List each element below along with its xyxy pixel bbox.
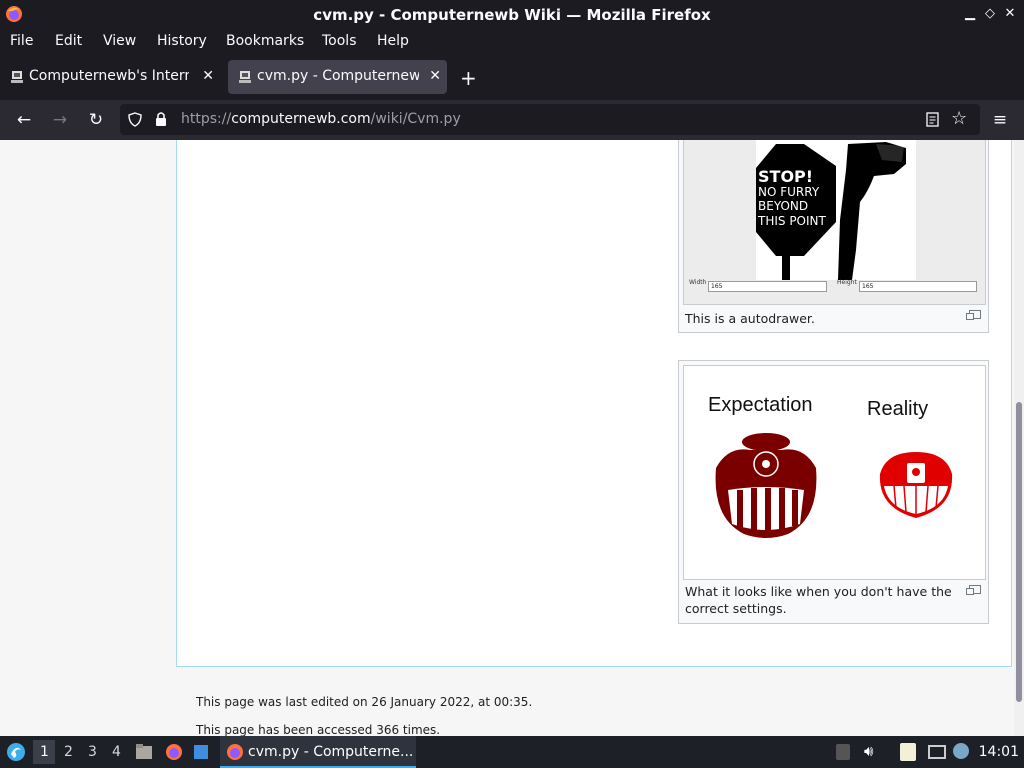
width-label: Width xyxy=(689,279,707,286)
reader-view-icon[interactable] xyxy=(926,112,939,127)
network-icon[interactable] xyxy=(928,745,946,759)
reality-drawing xyxy=(879,452,953,518)
forward-icon[interactable]: → xyxy=(50,110,70,130)
site-favicon-icon xyxy=(11,71,23,83)
notifications-icon[interactable] xyxy=(953,743,969,759)
page-viewport: STOP! NO FURRY BEYOND THIS POINT Width 1… xyxy=(0,140,1024,736)
menu-history[interactable]: History xyxy=(157,33,207,49)
hamburger-menu-icon[interactable]: ≡ xyxy=(990,110,1010,130)
tab-label: Computernewb's Internet xyxy=(29,68,189,84)
figure-caption: This is a autodrawer. xyxy=(685,311,815,326)
close-window-button[interactable]: ✕ xyxy=(1002,6,1018,22)
firefox-icon xyxy=(227,744,243,760)
url-text[interactable]: https://computernewb.com/wiki/Cvm.py xyxy=(181,111,461,127)
footer-last-edited: This page was last edited on 26 January … xyxy=(196,695,533,709)
taskbar: 1 2 3 4 cvm.py - Computerne... 🔊︎ 14:01 xyxy=(0,736,1024,768)
taskbar-firefox-window[interactable]: cvm.py - Computerne... xyxy=(220,736,416,768)
menu-help[interactable]: Help xyxy=(377,33,409,49)
expectation-drawing xyxy=(715,433,817,538)
menu-file[interactable]: File xyxy=(10,33,33,49)
desktop-icon[interactable] xyxy=(194,745,208,759)
bookmark-star-icon[interactable]: ☆ xyxy=(951,108,967,129)
figure-caption: What it looks like when you don't have t… xyxy=(685,584,952,616)
menu-bar: File Edit View History Bookmarks Tools H… xyxy=(0,29,1024,54)
maximize-button[interactable]: ◇ xyxy=(982,6,998,22)
enlarge-icon[interactable] xyxy=(966,310,981,320)
workspace-3[interactable]: 3 xyxy=(88,744,97,760)
tab-cvm-py[interactable]: cvm.py - Computernewb ✕ xyxy=(228,60,447,94)
close-tab-icon[interactable]: ✕ xyxy=(429,68,441,84)
file-manager-icon[interactable] xyxy=(135,743,153,761)
footer-access-count: This page has been accessed 366 times. xyxy=(196,723,441,736)
menu-edit[interactable]: Edit xyxy=(55,33,82,49)
workspace-2[interactable]: 2 xyxy=(64,744,73,760)
shield-icon[interactable] xyxy=(128,112,142,127)
tab-bar: Computernewb's Internet ✕ cvm.py - Compu… xyxy=(0,54,1024,100)
start-menu-icon[interactable] xyxy=(6,742,26,762)
back-icon[interactable]: ← xyxy=(14,110,34,130)
menu-view[interactable]: View xyxy=(103,33,136,49)
enlarge-icon[interactable] xyxy=(966,585,981,595)
task-label: cvm.py - Computerne... xyxy=(248,744,414,760)
reload-icon[interactable]: ↻ xyxy=(86,110,106,130)
page-scrollbar[interactable] xyxy=(1014,140,1024,736)
figure-autodrawer: STOP! NO FURRY BEYOND THIS POINT Width 1… xyxy=(678,140,989,333)
volume-icon[interactable]: 🔊︎ xyxy=(864,742,873,760)
figure-settings-comparison: Expectation Reality What it looks like w… xyxy=(678,360,989,624)
close-tab-icon[interactable]: ✕ xyxy=(202,68,214,84)
window-title: cvm.py - Computernewb Wiki — Mozilla Fir… xyxy=(313,6,711,24)
scrollbar-thumb[interactable] xyxy=(1016,402,1022,702)
expectation-label: Expectation xyxy=(708,394,813,416)
clock: 14:01 xyxy=(978,744,1019,760)
workspace-1[interactable]: 1 xyxy=(40,744,49,760)
tab-label: cvm.py - Computernewb xyxy=(257,68,419,84)
url-bar[interactable]: https://computernewb.com/wiki/Cvm.py ☆ xyxy=(120,104,980,135)
new-tab-button[interactable]: + xyxy=(460,66,477,90)
stop-sign-text: STOP! NO FURRY BEYOND THIS POINT xyxy=(758,167,826,228)
lock-icon[interactable] xyxy=(155,111,167,127)
navigation-bar: ← → ↻ https://computernewb.com/wiki/Cvm.… xyxy=(0,100,1024,140)
autodrawer-image[interactable]: STOP! NO FURRY BEYOND THIS POINT Width 1… xyxy=(683,140,986,305)
reality-label: Reality xyxy=(867,398,929,420)
minimize-button[interactable]: ▁ xyxy=(962,6,978,22)
comparison-image[interactable]: Expectation Reality xyxy=(683,365,986,580)
window-titlebar: cvm.py - Computernewb Wiki — Mozilla Fir… xyxy=(0,0,1024,29)
site-favicon-icon xyxy=(239,71,251,83)
width-field: 165 xyxy=(708,281,827,292)
tray-updates-icon[interactable] xyxy=(836,744,850,760)
tab-computernewb-internet[interactable]: Computernewb's Internet ✕ xyxy=(0,60,220,94)
height-field: 165 xyxy=(859,281,977,292)
menu-tools[interactable]: Tools xyxy=(322,33,357,49)
workspace-4[interactable]: 4 xyxy=(112,744,121,760)
wiki-content: STOP! NO FURRY BEYOND THIS POINT Width 1… xyxy=(176,140,1012,667)
clipboard-icon[interactable] xyxy=(900,743,916,761)
height-label: Height xyxy=(837,279,857,286)
menu-bookmarks[interactable]: Bookmarks xyxy=(226,33,304,49)
firefox-launcher-icon[interactable] xyxy=(165,743,183,761)
